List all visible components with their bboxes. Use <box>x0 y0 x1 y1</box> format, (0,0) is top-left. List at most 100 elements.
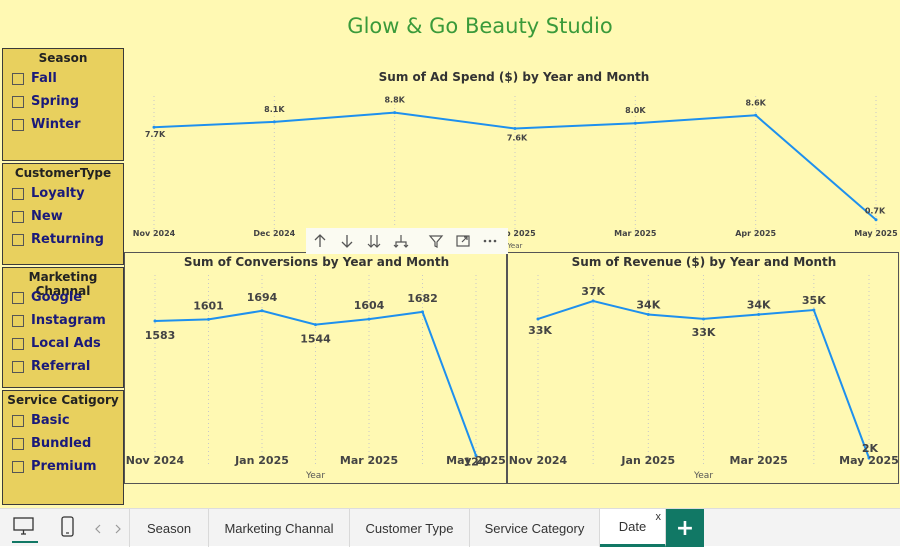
x-tick-label: May 2025 <box>446 454 506 467</box>
checkbox-icon[interactable] <box>12 337 24 350</box>
add-page-button[interactable]: + <box>666 509 704 547</box>
slicer-option-fall[interactable]: Fall <box>3 67 123 90</box>
slicer-option-label: Instagram <box>31 313 106 328</box>
data-point[interactable] <box>591 299 595 303</box>
close-tab-icon[interactable]: x <box>656 511 662 523</box>
data-label: 33K <box>528 324 552 337</box>
slicer-option-spring[interactable]: Spring <box>3 90 123 113</box>
ad-spend-chart[interactable]: 7.7K 8.1K 8.8K 7.6K 8.0K 8.6K 0.7K Nov 2024 Dec … <box>124 86 900 251</box>
revenue-chart-panel[interactable]: Sum of Revenue ($) by Year and Month 33K… <box>507 252 899 484</box>
slicer-option-returning[interactable]: Returning <box>3 228 123 251</box>
tab-date[interactable]: Date x <box>600 509 666 547</box>
data-point[interactable] <box>260 309 264 313</box>
tab-customer-type[interactable]: Customer Type <box>350 509 470 547</box>
x-tick-label: Mar 2025 <box>340 454 398 467</box>
slicer-title: Season <box>38 51 88 65</box>
double-arrow-down-icon[interactable] <box>360 229 387 253</box>
x-tick-label: Mar 2025 <box>730 454 788 467</box>
data-point[interactable] <box>314 323 317 327</box>
data-label: 1682 <box>407 292 438 305</box>
slicer-season: Season Fall Spring Winter <box>2 48 124 161</box>
slicer-option-bundled[interactable]: Bundled <box>3 432 123 455</box>
data-point[interactable] <box>646 312 650 316</box>
x-axis-title: Year <box>507 242 523 250</box>
data-label: 7.6K <box>507 134 528 143</box>
slicer-option-label: Referral <box>31 359 91 374</box>
x-tick-label: Apr 2025 <box>735 229 776 238</box>
page-tab-bar: Season Marketing Channal Customer Type Serv… <box>0 508 900 547</box>
data-label: 1544 <box>300 333 331 346</box>
slicer-option-instagram[interactable]: Instagram <box>3 309 123 332</box>
slicer-option-label: Local Ads <box>31 336 101 351</box>
data-point[interactable] <box>633 121 637 125</box>
slicer-option-winter[interactable]: Winter <box>3 113 123 136</box>
slicer-option-premium[interactable]: Premium <box>3 455 123 478</box>
x-tick-label: Nov 2024 <box>133 229 176 238</box>
scroll-tabs-right-icon[interactable] <box>112 521 124 535</box>
tab-label: Customer Type <box>365 520 454 536</box>
desktop-layout-icon[interactable] <box>12 515 38 543</box>
data-point[interactable] <box>812 308 816 312</box>
arrow-down-icon[interactable] <box>333 229 360 253</box>
slicer-option-referral[interactable]: Referral <box>3 355 123 378</box>
slicer-option-local-ads[interactable]: Local Ads <box>3 332 123 355</box>
data-point[interactable] <box>393 111 397 115</box>
slicer-title: Service Catigory <box>7 393 119 407</box>
x-tick-label: Nov 2024 <box>509 454 568 467</box>
data-label: 8.8K <box>384 96 405 105</box>
data-point[interactable] <box>152 125 156 129</box>
data-point[interactable] <box>757 312 761 316</box>
report-title: Glow & Go Beauty Studio <box>347 14 613 38</box>
data-label: 8.0K <box>625 106 646 115</box>
slicer-title: Marketing Channal <box>28 270 98 298</box>
data-point[interactable] <box>272 120 276 124</box>
data-point[interactable] <box>702 317 705 321</box>
checkbox-icon[interactable] <box>12 72 24 85</box>
data-point[interactable] <box>367 317 371 321</box>
slicer-option-label: Premium <box>31 459 97 474</box>
tab-service-category[interactable]: Service Category <box>470 509 600 547</box>
checkbox-icon[interactable] <box>12 233 24 246</box>
checkbox-icon[interactable] <box>12 291 24 304</box>
data-point[interactable] <box>513 127 517 131</box>
focus-mode-icon[interactable] <box>449 229 476 253</box>
checkbox-icon[interactable] <box>12 360 24 373</box>
slicer-option-label: New <box>31 209 63 224</box>
data-point[interactable] <box>421 310 424 314</box>
tab-marketing-channal[interactable]: Marketing Channal <box>209 509 350 547</box>
revenue-chart: 33K37K34K33K34K 35K2KNov 2024 Jan 2025 Mar … <box>509 275 898 481</box>
arrow-up-icon[interactable] <box>306 229 333 253</box>
tab-season[interactable]: Season <box>130 509 209 547</box>
slicer-option-label: Basic <box>31 413 70 428</box>
expand-hierarchy-icon[interactable] <box>387 229 414 253</box>
checkbox-icon[interactable] <box>12 414 24 427</box>
data-point[interactable] <box>536 317 540 321</box>
data-label: 37K <box>581 285 605 298</box>
data-point[interactable] <box>754 113 758 117</box>
conversions-chart-panel[interactable]: Sum of Conversions by Year and Month 158… <box>124 252 507 484</box>
data-point[interactable] <box>207 317 210 321</box>
tab-label: Season <box>146 520 192 536</box>
x-tick-label: Jan 2025 <box>234 454 289 467</box>
data-label: 8.6K <box>745 98 766 107</box>
slicer-option-loyalty[interactable]: Loyalty <box>3 182 123 205</box>
data-point[interactable] <box>153 319 157 323</box>
more-options-icon[interactable] <box>476 229 503 253</box>
conversions-chart-title: Sum of Conversions by Year and Month <box>183 255 450 269</box>
scroll-tabs-left-icon[interactable] <box>92 521 104 535</box>
slicer-option-google[interactable]: Google <box>3 286 123 309</box>
checkbox-icon[interactable] <box>12 187 24 200</box>
slicer-option-basic[interactable]: Basic <box>3 409 123 432</box>
checkbox-icon[interactable] <box>12 437 24 450</box>
slicer-option-label: Spring <box>31 94 80 109</box>
checkbox-icon[interactable] <box>12 460 24 473</box>
filter-icon[interactable] <box>422 229 449 253</box>
checkbox-icon[interactable] <box>12 314 24 327</box>
slicer-option-new[interactable]: New <box>3 205 123 228</box>
checkbox-icon[interactable] <box>12 95 24 108</box>
checkbox-icon[interactable] <box>12 210 24 223</box>
checkbox-icon[interactable] <box>12 118 24 131</box>
x-tick-label: May 2025 <box>854 229 898 238</box>
data-point[interactable] <box>874 218 878 222</box>
mobile-layout-icon[interactable] <box>60 515 76 541</box>
